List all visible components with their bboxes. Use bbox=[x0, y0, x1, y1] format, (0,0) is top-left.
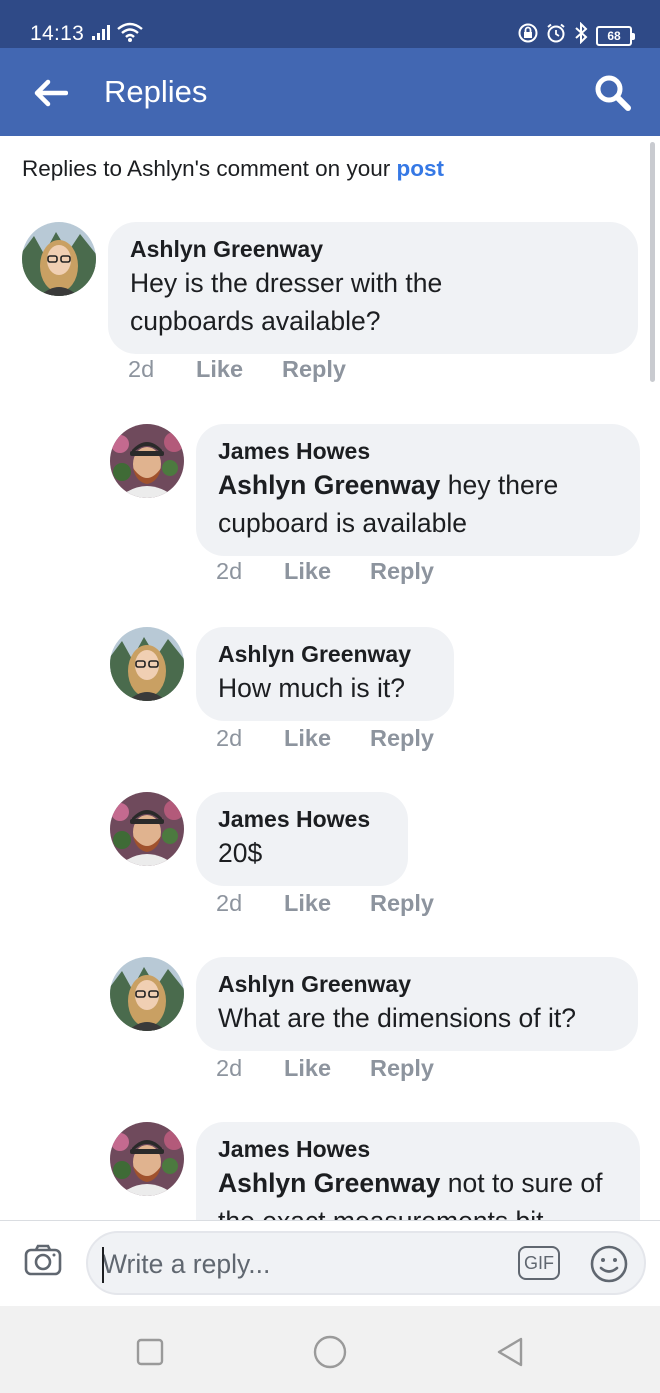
comment-bubble[interactable]: James Howes Ashlyn Greenway not to sure … bbox=[196, 1122, 640, 1220]
comment-time: 2d bbox=[216, 725, 243, 751]
reply-input[interactable] bbox=[102, 1245, 502, 1283]
like-button[interactable]: Like bbox=[284, 558, 370, 585]
comment-author[interactable]: James Howes bbox=[218, 804, 386, 834]
post-link[interactable]: post bbox=[396, 156, 444, 181]
mention-link[interactable]: Ashlyn Greenway bbox=[218, 1168, 440, 1198]
comment-author[interactable]: Ashlyn Greenway bbox=[130, 234, 616, 264]
avatar[interactable] bbox=[110, 1122, 184, 1196]
comment-time: 2d bbox=[128, 356, 155, 382]
reply-button[interactable]: Reply bbox=[370, 890, 434, 917]
avatar[interactable] bbox=[110, 792, 184, 866]
avatar[interactable] bbox=[22, 222, 96, 296]
back-arrow-icon[interactable] bbox=[28, 70, 74, 116]
comment-author[interactable]: Ashlyn Greenway bbox=[218, 969, 616, 999]
comment-bubble[interactable]: Ashlyn Greenway Hey is the dresser with … bbox=[108, 222, 638, 354]
reply-button[interactable]: Reply bbox=[370, 725, 434, 752]
reply-composer: GIF bbox=[0, 1220, 660, 1306]
mention-link[interactable]: Ashlyn Greenway bbox=[218, 470, 440, 500]
system-nav-bar bbox=[0, 1306, 660, 1393]
comment-bubble[interactable]: Ashlyn Greenway What are the dimensions … bbox=[196, 957, 638, 1051]
gif-button[interactable]: GIF bbox=[518, 1246, 560, 1280]
comment-text: Ashlyn Greenway not to sure of the exact… bbox=[218, 1164, 618, 1220]
emoji-icon[interactable] bbox=[588, 1243, 630, 1285]
comment-text: Hey is the dresser with the cupboards av… bbox=[130, 268, 443, 336]
back-triangle-icon[interactable] bbox=[490, 1332, 530, 1372]
comment-actions: 2d Like Reply bbox=[216, 1055, 434, 1082]
comment-bubble[interactable]: James Howes Ashlyn Greenway hey there cu… bbox=[196, 424, 640, 556]
comment-author[interactable]: Ashlyn Greenway bbox=[218, 639, 432, 669]
status-time: 14:13 bbox=[30, 22, 85, 45]
reply-button[interactable]: Reply bbox=[370, 1055, 434, 1082]
comment-author[interactable]: James Howes bbox=[218, 1134, 618, 1164]
replies-header: Replies to Ashlyn's comment on your post bbox=[22, 156, 444, 182]
comment-actions: 2d Like Reply bbox=[216, 890, 434, 917]
page-title: Replies bbox=[104, 74, 208, 109]
comment-text: 20$ bbox=[218, 838, 263, 868]
reply-input-container[interactable]: GIF bbox=[86, 1231, 646, 1295]
comment-actions: 2d Like Reply bbox=[216, 725, 434, 752]
status-right-group: 68 bbox=[518, 21, 635, 49]
like-button[interactable]: Like bbox=[284, 725, 370, 752]
scrollbar[interactable] bbox=[650, 142, 655, 382]
comment-author[interactable]: James Howes bbox=[218, 436, 618, 466]
like-button[interactable]: Like bbox=[284, 890, 370, 917]
replies-header-text: Replies to Ashlyn's comment on your bbox=[22, 156, 397, 181]
comment-text: What are the dimensions of it? bbox=[218, 1003, 576, 1033]
avatar[interactable] bbox=[110, 957, 184, 1031]
text-cursor bbox=[102, 1247, 104, 1283]
comment-time: 2d bbox=[216, 890, 243, 916]
comment-bubble[interactable]: James Howes 20$ bbox=[196, 792, 408, 886]
comment-time: 2d bbox=[216, 558, 243, 584]
bluetooth-icon bbox=[574, 21, 588, 49]
lock-icon bbox=[518, 23, 538, 48]
app-bar: Replies bbox=[0, 48, 660, 136]
comment-actions: 2d Like Reply bbox=[128, 356, 346, 383]
recents-square-icon[interactable] bbox=[130, 1332, 170, 1372]
reply-button[interactable]: Reply bbox=[282, 356, 346, 383]
like-button[interactable]: Like bbox=[196, 356, 282, 383]
comment-time: 2d bbox=[216, 1055, 243, 1081]
reply-button[interactable]: Reply bbox=[370, 558, 434, 585]
replies-list[interactable]: Replies to Ashlyn's comment on your post… bbox=[0, 136, 660, 1220]
comment-text: How much is it? bbox=[218, 673, 406, 703]
camera-icon[interactable] bbox=[22, 1239, 64, 1281]
avatar[interactable] bbox=[110, 627, 184, 701]
avatar[interactable] bbox=[110, 424, 184, 498]
comment-actions: 2d Like Reply bbox=[216, 558, 434, 585]
comment-text: Ashlyn Greenway hey there cupboard is av… bbox=[218, 466, 598, 542]
wifi-icon bbox=[116, 22, 144, 47]
signal-icon bbox=[92, 24, 114, 45]
comment-bubble[interactable]: Ashlyn Greenway How much is it? bbox=[196, 627, 454, 721]
home-circle-icon[interactable] bbox=[310, 1332, 350, 1372]
like-button[interactable]: Like bbox=[284, 1055, 370, 1082]
search-icon[interactable] bbox=[590, 70, 636, 116]
alarm-icon bbox=[546, 23, 566, 48]
battery-indicator: 68 bbox=[596, 25, 635, 46]
status-bar: 14:13 68 bbox=[0, 0, 660, 48]
